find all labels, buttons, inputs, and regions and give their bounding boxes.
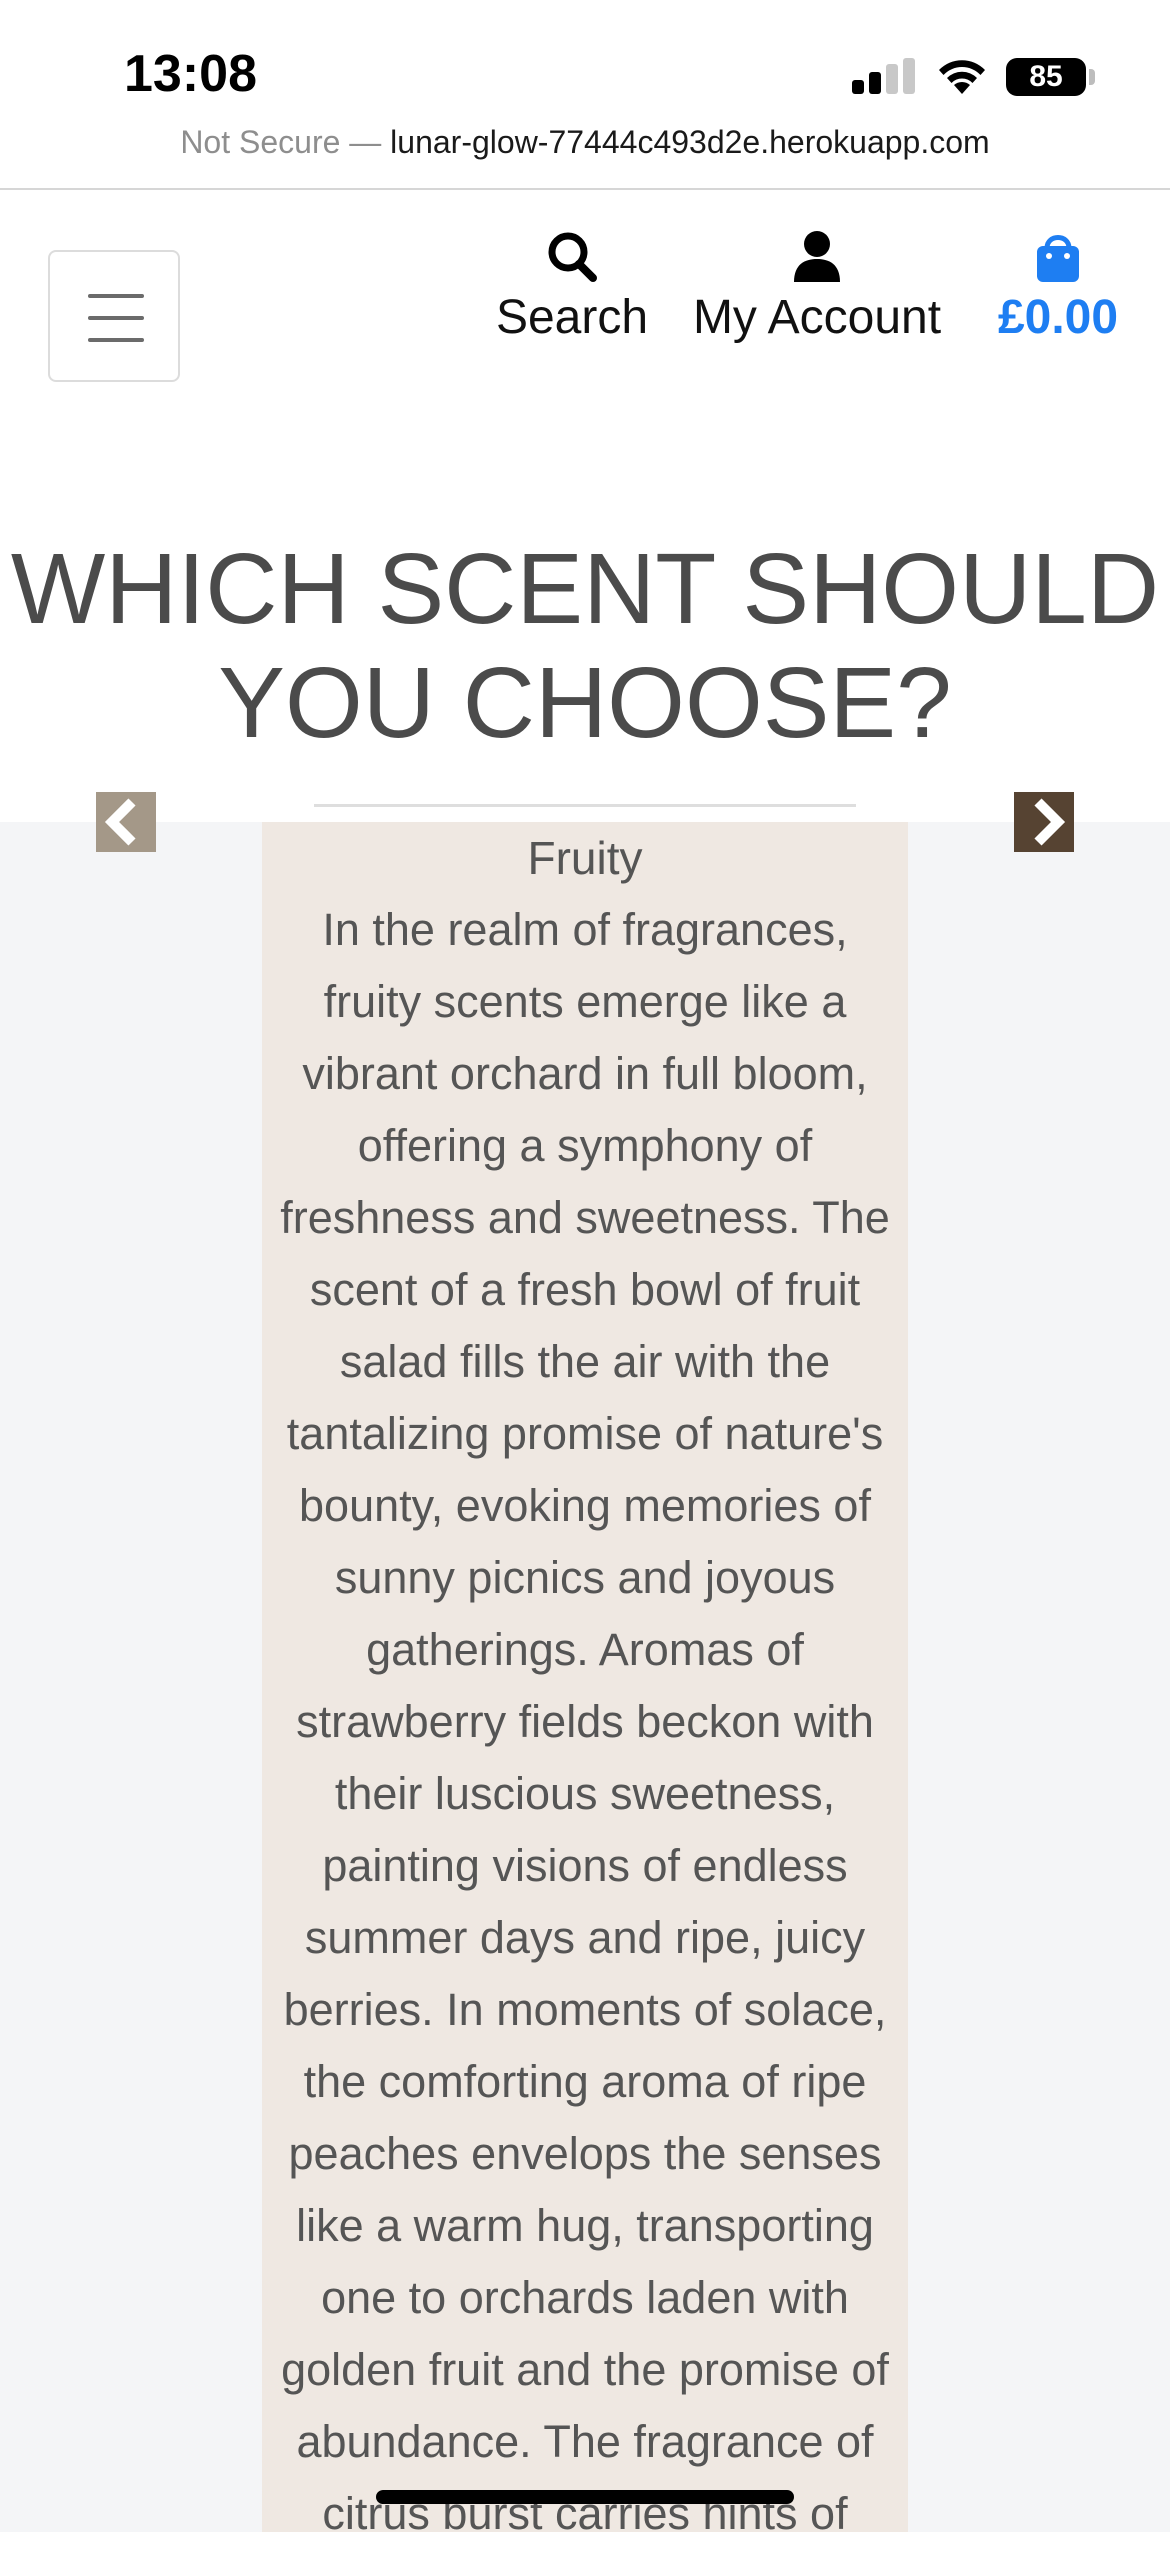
status-time: 13:08 [124, 45, 257, 103]
my-account-label: My Account [692, 291, 942, 344]
carousel-next-button[interactable] [1014, 792, 1074, 852]
not-secure-label: Not Secure — [180, 124, 382, 160]
page-title: WHICH SCENT SHOULD YOU CHOOSE? [10, 533, 1160, 759]
wifi-icon [939, 60, 985, 94]
search-label: Search [495, 291, 649, 344]
cart-nav-item[interactable]: £0.00 [988, 226, 1128, 345]
my-account-nav-item[interactable]: My Account [686, 226, 948, 345]
search-nav-item[interactable]: Search [494, 226, 650, 345]
cellular-signal-icon [852, 58, 916, 94]
chevron-right-icon [1034, 798, 1066, 846]
slide-description: In the realm of fragrances, fruity scent… [280, 904, 890, 2539]
carousel-prev-button[interactable] [96, 792, 156, 852]
search-icon [548, 232, 597, 282]
address-bar-divider [0, 188, 1170, 190]
address-bar[interactable]: Not Secure — lunar-glow-77444c493d2e.her… [0, 124, 1170, 161]
carousel-slide: Fruity In the realm of fragrances, fruit… [262, 822, 908, 2539]
cart-total: £0.00 [997, 291, 1119, 344]
battery-icon: 85 [1006, 58, 1086, 96]
heading-divider [314, 804, 856, 807]
url-host: lunar-glow-77444c493d2e.herokuapp.com [390, 124, 990, 160]
chevron-left-icon [104, 798, 136, 846]
home-indicator[interactable] [376, 2490, 794, 2504]
shopping-bag-icon [1037, 235, 1079, 282]
battery-tip [1089, 69, 1095, 85]
hamburger-menu-button[interactable] [48, 250, 180, 382]
user-icon [794, 231, 840, 282]
slide-title: Fruity [527, 832, 643, 884]
status-bar: 13:08 85 Not Secure — lunar-glow-77444c4… [0, 0, 1170, 160]
